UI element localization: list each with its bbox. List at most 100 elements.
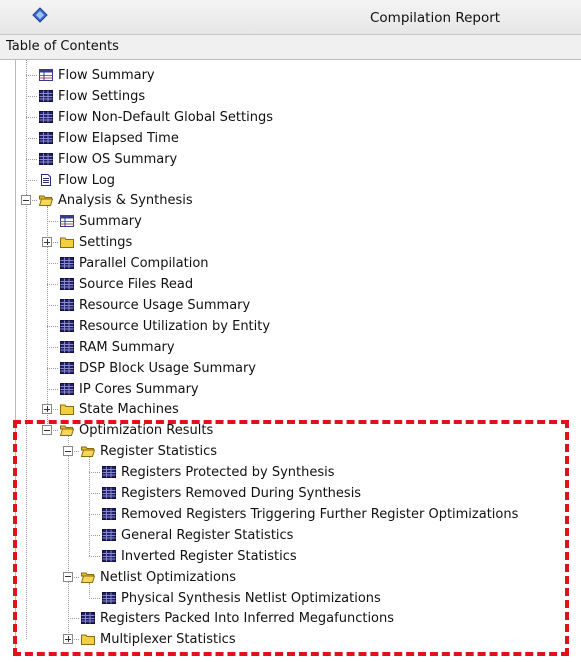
table-icon [60,361,74,374]
folder-icon [60,403,74,416]
tree-node[interactable]: Resource Utilization by Entity [16,316,576,337]
tree-connector [47,325,58,327]
tree-node[interactable]: Netlist Optimizations [16,567,576,588]
tree-node[interactable]: Flow Settings [16,86,576,107]
tree-node-label: Register Statistics [100,444,218,460]
tree-node-label: General Register Statistics [121,527,294,543]
tree-node[interactable]: Summary [16,211,576,232]
table-icon [60,382,74,395]
expand-plus-icon[interactable] [42,404,52,415]
table-icon [60,340,74,353]
tree-node-label: Multiplexer Statistics [100,632,236,648]
tree-connector [89,493,100,494]
tree-node[interactable]: Registers Protected by Synthesis [16,462,576,483]
table-icon [60,278,74,290]
tree-connector [26,95,37,97]
table-icon [39,131,53,144]
table-icon [60,319,74,332]
tree-node[interactable]: General Register Statistics [16,525,576,546]
title-bar: Compilation Report [0,0,581,35]
tree-node-label: Flow Elapsed Time [58,130,179,146]
tree-node-label: Registers Removed During Synthesis [121,486,362,501]
tree-node[interactable]: DSP Block Usage Summary [16,358,576,379]
tree-node[interactable]: Flow Log [16,170,576,191]
tree-node[interactable]: Registers Removed During Synthesis [16,483,576,504]
summary-table-icon [60,215,74,228]
tree-node-label: Settings [79,235,133,251]
folder-icon [81,633,95,646]
tree-node-label: Flow Log [58,172,116,188]
tree-connector [26,75,37,76]
tree-node[interactable]: Flow Summary [16,65,576,86]
tree-node[interactable]: Source Files Read [16,274,576,295]
tree-node[interactable]: Optimization Results [16,420,576,441]
table-icon [81,612,95,625]
tree-node[interactable]: IP Cores Summary [16,379,576,400]
app-diamond-icon[interactable] [32,7,48,23]
tree-connector [68,618,79,620]
tree-connector [26,137,37,139]
collapse-minus-icon[interactable] [21,195,31,206]
collapse-minus-icon[interactable] [63,571,73,582]
tree-node[interactable]: Parallel Compilation [16,253,576,274]
tree-connector [47,304,58,306]
toc-header: Table of Contents [0,35,581,60]
tree-node[interactable]: Physical Synthesis Netlist Optimizations [16,588,576,609]
tree-node-label: Analysis & Synthesis [58,193,193,209]
tree-node-label: Flow OS Summary [58,151,178,167]
table-icon [102,591,116,604]
collapse-minus-icon[interactable] [42,425,52,436]
table-icon [39,110,53,123]
folder-open-icon [80,445,96,458]
tree-node[interactable]: Multiplexer Statistics [16,629,576,650]
tree-node-label: Optimization Results [79,423,214,439]
toc-tree[interactable]: Flow Summary Flow Settings Flow Non-Defaul… [15,60,581,650]
window-title: Compilation Report [370,10,501,26]
folder-icon [60,236,74,249]
tree-node-label: Removed Registers Triggering Further Reg… [121,506,519,522]
document-icon [39,173,53,186]
tree-node[interactable]: Flow Elapsed Time [16,128,576,149]
table-icon [102,528,116,541]
folder-open-icon [80,571,96,583]
tree-connector [26,116,37,118]
tree-node-label: IP Cores Summary [79,381,199,397]
tree-node-label: DSP Block Usage Summary [79,360,256,376]
tree-node[interactable]: Flow Non-Default Global Settings [16,107,576,128]
tree-node-label: Netlist Optimizations [100,569,236,585]
expand-plus-icon[interactable] [42,237,52,248]
tree-connector [89,555,100,557]
tree-connector [89,534,100,536]
table-icon [60,298,74,311]
table-icon [39,152,53,165]
table-icon [102,507,116,520]
expand-plus-icon[interactable] [63,634,73,645]
tree-node-label: Inverted Register Statistics [121,548,297,564]
tree-node-label: Registers Protected by Synthesis [121,465,335,481]
tree-node[interactable]: Register Statistics [16,441,576,462]
tree-node-label: Parallel Compilation [79,256,209,272]
tree-node[interactable]: Flow OS Summary [16,149,576,170]
collapse-minus-icon[interactable] [63,446,73,457]
summary-table-icon [39,69,53,81]
tree-node[interactable]: State Machines [16,399,576,420]
table-icon [102,466,116,479]
tree-node[interactable]: Removed Registers Triggering Further Reg… [16,504,576,525]
tree-node[interactable]: Settings [16,232,576,253]
tree-connector [47,284,58,285]
tree-node-label: RAM Summary [79,339,175,355]
tree-node[interactable]: Resource Usage Summary [16,295,576,316]
tree-node[interactable]: Registers Packed Into Inferred Megafunct… [16,608,576,629]
tree-node-label: Flow Summary [58,68,155,83]
folder-open-icon [59,424,75,437]
tree-node-label: Resource Utilization by Entity [79,318,271,334]
tree-node[interactable]: RAM Summary [16,337,576,358]
tree-connector [26,179,37,181]
table-icon [102,549,116,562]
tree-node-label: Physical Synthesis Netlist Optimizations [121,590,381,606]
tree-connector [47,221,58,223]
tree-connector [47,367,58,369]
tree-node[interactable]: Inverted Register Statistics [16,546,576,567]
tree-node-label: Registers Packed Into Inferred Megafunct… [100,611,395,627]
tree-node[interactable]: Analysis & Synthesis [16,190,576,211]
